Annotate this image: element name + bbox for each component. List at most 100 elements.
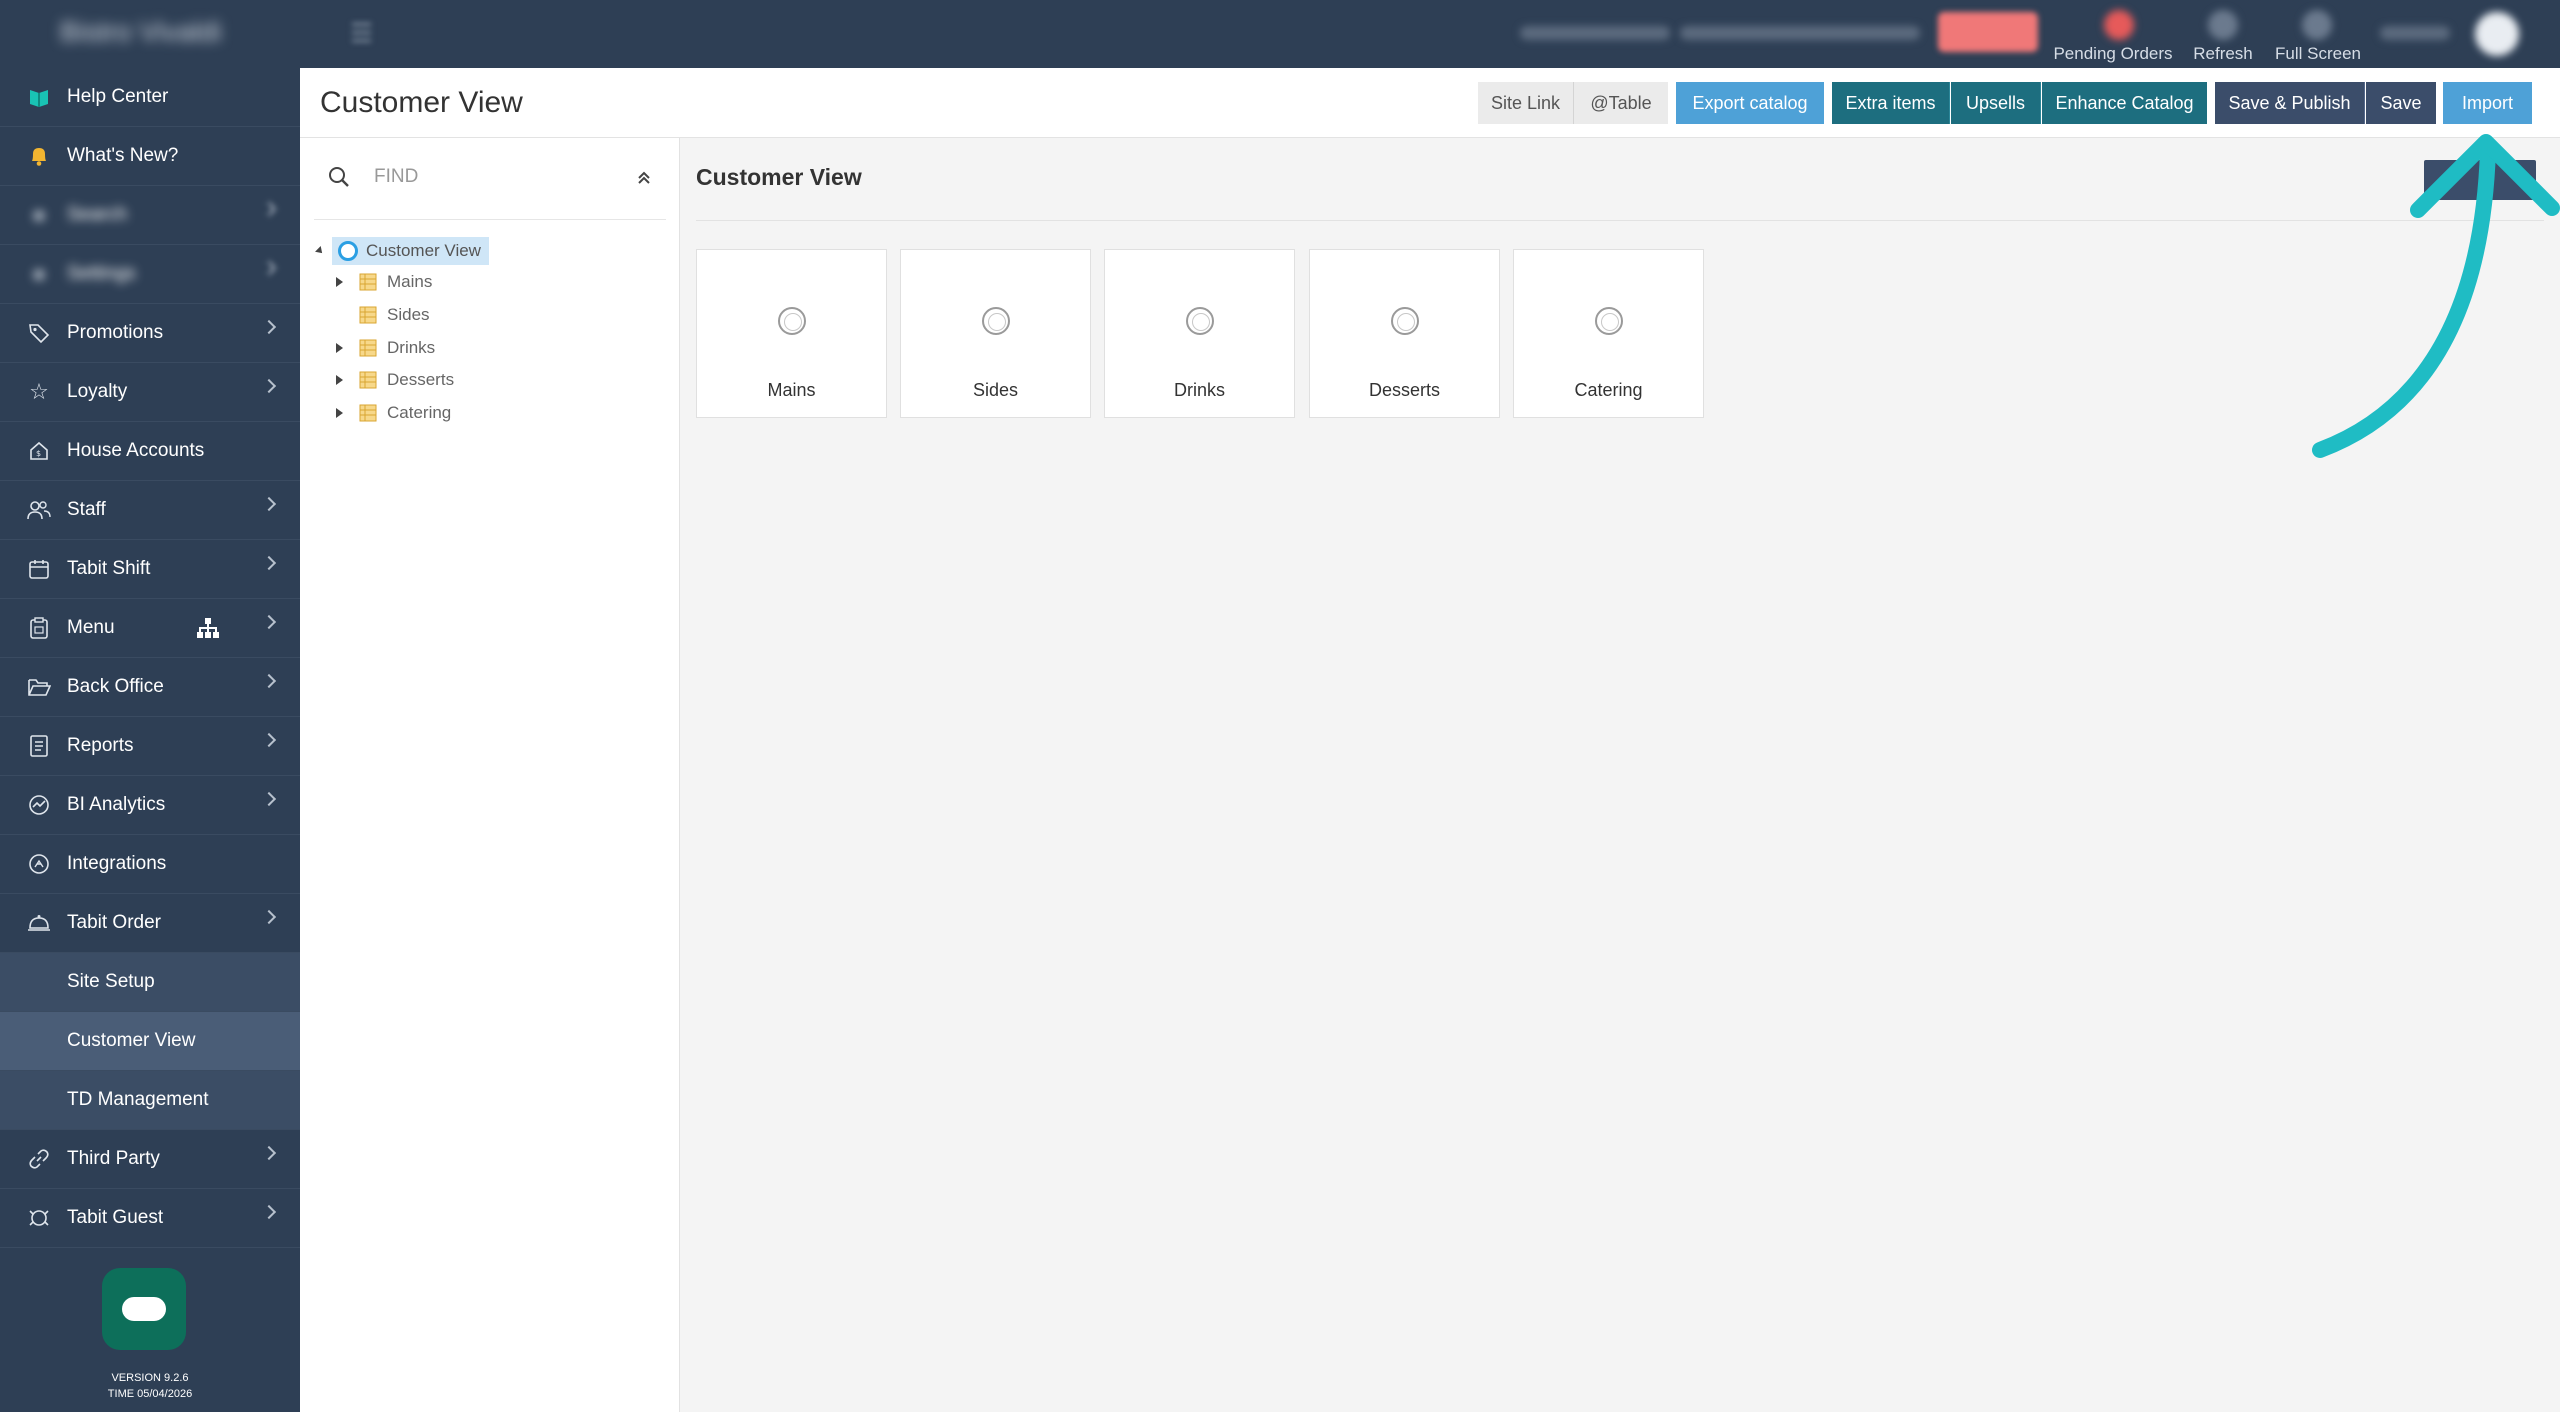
folder-icon [25,673,53,701]
card-label: Catering [1574,380,1643,400]
chevron-right-icon [261,791,277,807]
expand-toggle-icon[interactable] [336,343,343,353]
import-button[interactable]: Import [2443,82,2532,124]
tree-node-sides[interactable]: Sides [336,301,430,329]
tree-node-label: Mains [387,272,433,291]
category-icon [359,273,377,291]
sidebar-item-label: Settings [67,263,136,284]
chat-icon [122,1297,166,1321]
sidebar-item-bi-analytics[interactable]: BI Analytics [0,776,300,835]
chevron-right-icon [261,260,277,276]
category-icon [359,306,377,324]
full-screen-label[interactable]: Full Screen [2275,44,2361,64]
tree-node-catering[interactable]: Catering [336,399,451,427]
guest-icon [25,1204,53,1232]
page-title: Customer View [320,86,523,119]
avatar[interactable] [2475,12,2519,56]
category-icon [359,404,377,422]
category-card-catering[interactable]: Catering [1513,249,1704,418]
category-card-sides[interactable]: Sides [900,249,1091,418]
alert-badge[interactable] [1938,12,2038,52]
radio-icon[interactable] [1391,307,1419,335]
sidebar-subitem-td-management[interactable]: TD Management [0,1071,300,1130]
content-title: Customer View [696,164,862,190]
sidebar-item-promotions[interactable]: Promotions [0,304,300,363]
sidebar-item-label: House Accounts [67,440,205,461]
sidebar-item-integrations[interactable]: Integrations [0,835,300,894]
tree-node-mains[interactable]: Mains [336,268,432,296]
link-icon [25,1145,53,1173]
sidebar-item-tabit-shift[interactable]: Tabit Shift [0,540,300,599]
version-info: VERSION 9.2.6 TIME 05/04/2026 [0,1370,300,1402]
sidebar-item-whats-new[interactable]: What's New? [0,127,300,186]
sidebar-item-staff[interactable]: Staff [0,481,300,540]
refresh-label[interactable]: Refresh [2193,44,2253,64]
enhance-catalog-button[interactable]: Enhance Catalog [2042,82,2207,124]
sidebar-item-tabit-guest[interactable]: Tabit Guest [0,1189,300,1248]
chevron-right-icon [261,555,277,571]
hierarchy-icon[interactable] [196,617,220,639]
tree-node-desserts[interactable]: Desserts [336,366,454,394]
chevron-right-icon [261,496,277,512]
extra-items-button[interactable]: Extra items [1832,82,1950,124]
save-publish-button[interactable]: Save & Publish [2215,82,2365,124]
sidebar-item-tabit-order[interactable]: Tabit Order [0,894,300,953]
expand-toggle-icon[interactable] [336,277,343,287]
sidebar-subitem-customer-view[interactable]: Customer View [0,1012,300,1071]
tree-root[interactable]: Customer View [315,236,489,266]
expand-toggle-icon[interactable] [336,408,343,418]
sidebar-item-label: Tabit Shift [67,558,151,579]
top-bar: Bistro Vivaldi ☰ Pending Orders Refresh … [0,0,2560,68]
blurred-user-name [2380,26,2450,40]
root-node-icon [338,241,358,261]
export-catalog-button[interactable]: Export catalog [1676,82,1824,124]
table-button[interactable]: @Table [1574,82,1668,124]
category-card-drinks[interactable]: Drinks [1104,249,1295,418]
sidebar-item-third-party[interactable]: Third Party [0,1130,300,1189]
svg-text:$: $ [36,449,41,458]
menu-toggle-icon[interactable]: ☰ [350,18,380,48]
time-label: TIME 05/04/2026 [107,1388,193,1400]
expand-toggle-icon[interactable] [336,375,343,385]
tree-node-label: Drinks [387,338,436,357]
sidebar-subitem-site-setup[interactable]: Site Setup [0,953,300,1012]
chat-button[interactable] [102,1268,186,1350]
upsells-button[interactable]: Upsells [1951,82,2041,124]
sidebar-item-label: Reports [67,735,134,756]
chevron-right-icon [261,201,277,217]
sidebar-item-label: Staff [67,499,106,520]
pending-orders-icon[interactable] [2104,10,2134,40]
find-bar [314,138,666,220]
cloche-icon [25,909,53,937]
sidebar-item-label: Customer View [67,1030,196,1051]
tree-node-drinks[interactable]: Drinks [336,334,435,362]
sidebar-item-blurred[interactable]: ● Search [0,186,300,245]
sidebar-item-reports[interactable]: Reports [0,717,300,776]
refresh-icon[interactable] [2208,10,2238,40]
category-card-desserts[interactable]: Desserts [1309,249,1500,418]
chevron-right-icon [261,732,277,748]
sidebar-item-menu[interactable]: Menu [0,599,300,658]
category-card-mains[interactable]: Mains [696,249,887,418]
sidebar-item-back-office[interactable]: Back Office [0,658,300,717]
save-button[interactable]: Save [2366,82,2436,124]
category-icon [359,371,377,389]
site-link-button[interactable]: Site Link [1478,82,1574,124]
calendar-icon [25,555,53,583]
sidebar-item-help-center[interactable]: Help Center [0,68,300,127]
radio-icon[interactable] [778,307,806,335]
radio-icon[interactable] [1595,307,1623,335]
tree-root-selected[interactable]: Customer View [332,237,489,265]
tag-icon [25,319,53,347]
expand-toggle-icon[interactable] [315,246,325,256]
sidebar-item-house-accounts[interactable]: $ House Accounts [0,422,300,481]
radio-icon[interactable] [982,307,1010,335]
radio-icon[interactable] [1186,307,1214,335]
full-screen-icon[interactable] [2302,10,2332,40]
sidebar-item-loyalty[interactable]: ☆ Loyalty [0,363,300,422]
sidebar-item-blurred[interactable]: ● Settings [0,245,300,304]
pending-orders-label[interactable]: Pending Orders [2053,44,2172,64]
find-input[interactable] [374,166,594,188]
collapse-all-icon[interactable] [634,168,654,188]
sidebar-item-label: Tabit Order [67,912,161,933]
